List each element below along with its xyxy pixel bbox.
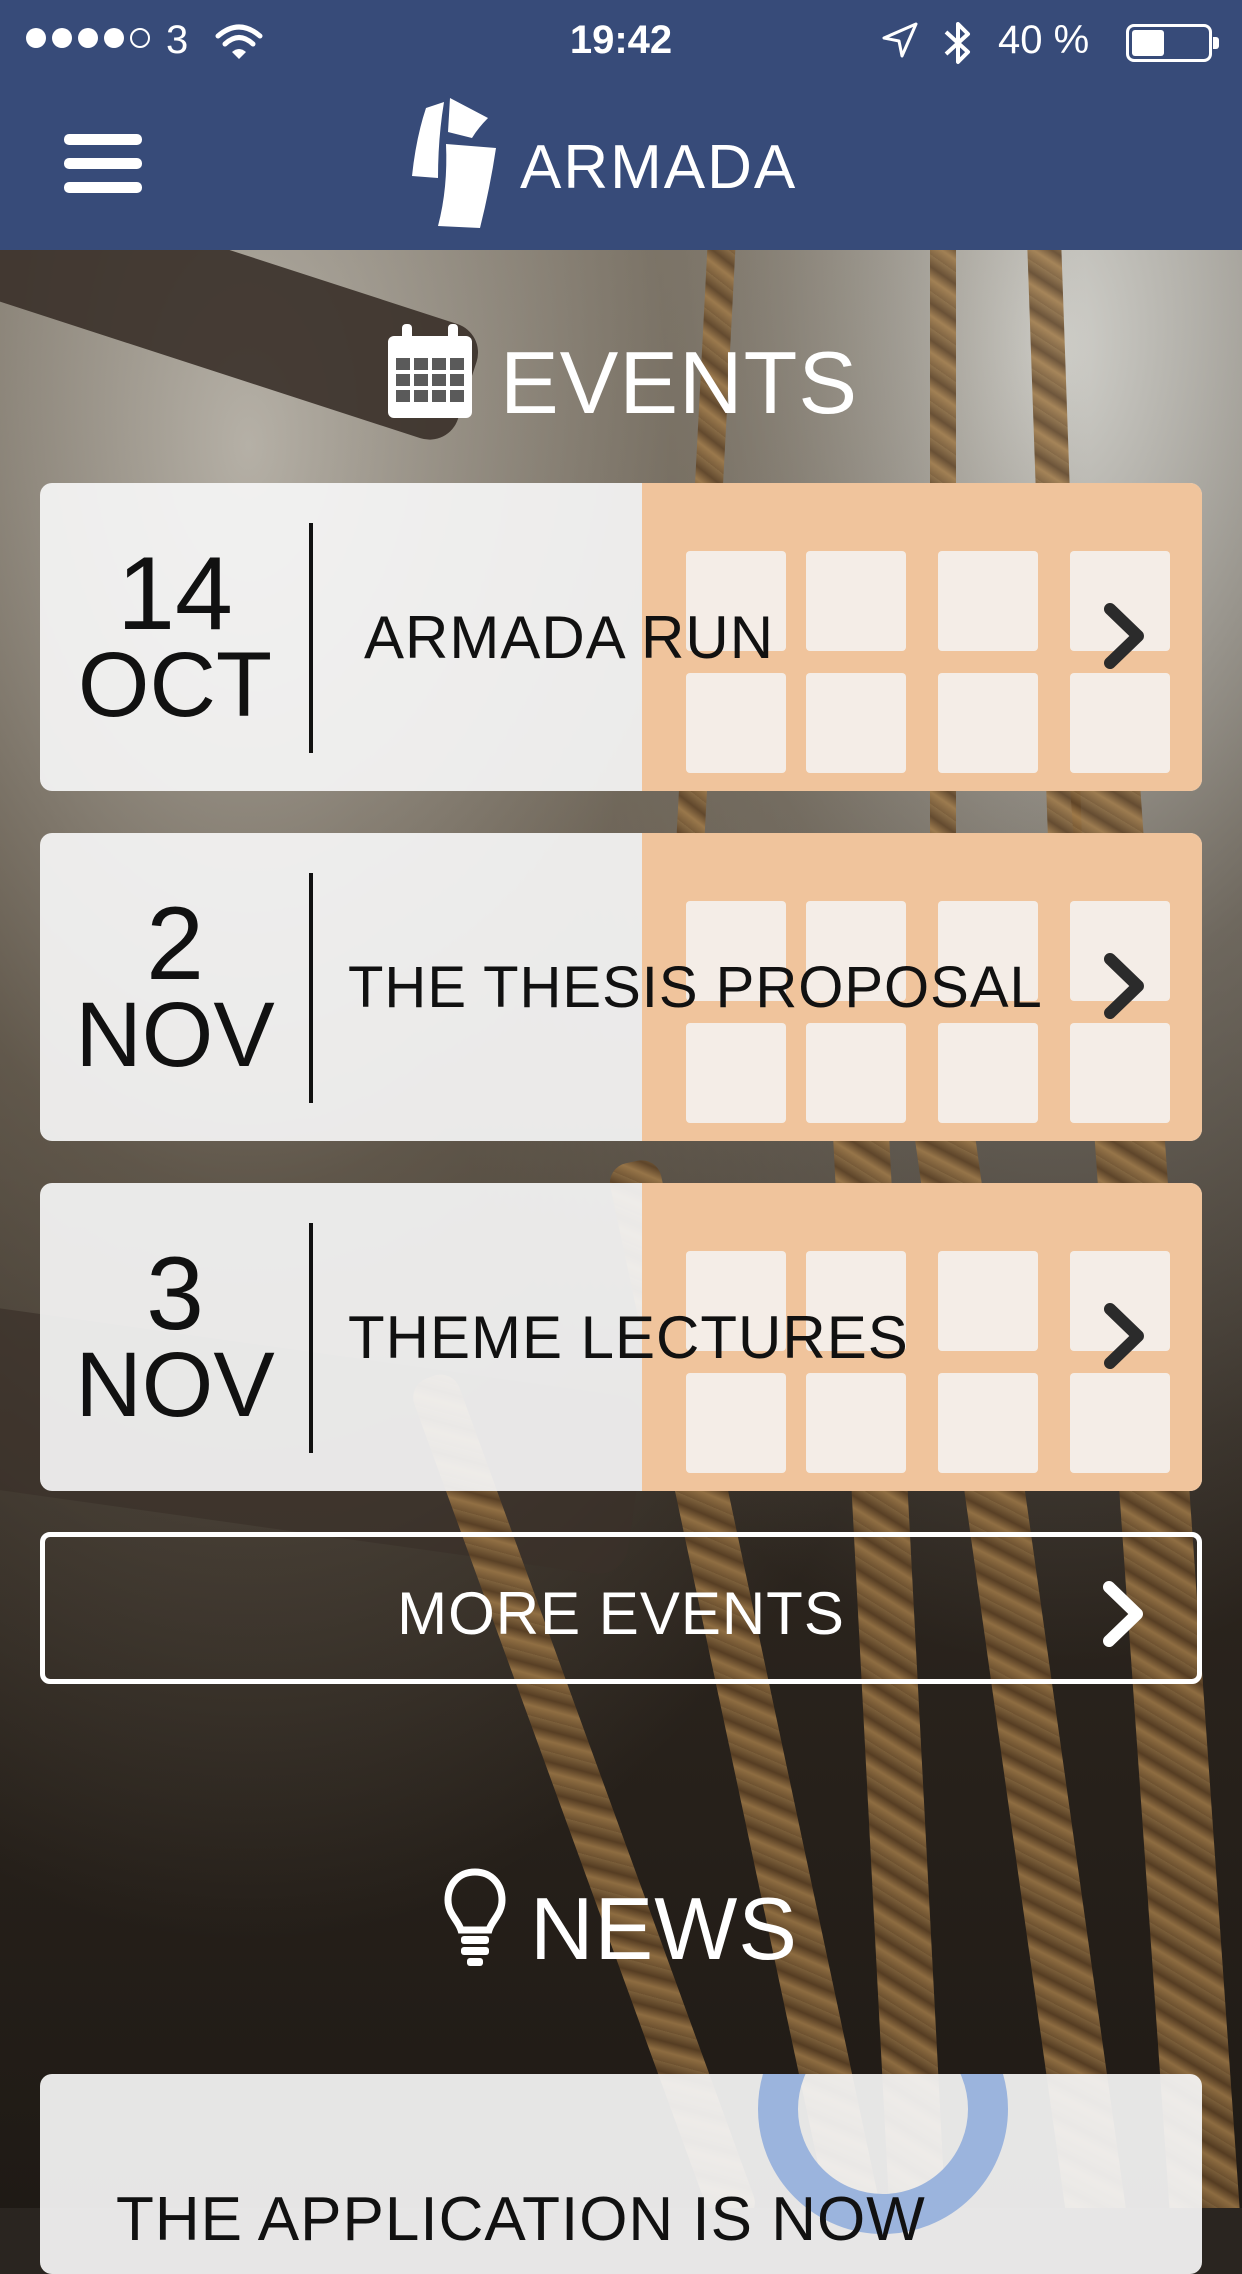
menu-button[interactable]	[64, 134, 142, 198]
events-title: EVENTS	[499, 332, 859, 432]
battery-percent: 40 %	[998, 18, 1090, 62]
news-title: NEWS	[530, 1878, 798, 1978]
event-day: 14	[117, 535, 233, 652]
events-section-title: EVENTS	[0, 322, 1242, 443]
lightbulb-icon	[444, 1868, 506, 1989]
chevron-right-icon	[1101, 1581, 1147, 1652]
event-title: THEME LECTURES	[348, 1303, 909, 1371]
chevron-right-icon	[1102, 953, 1148, 1024]
divider	[309, 1223, 313, 1453]
news-headline: THE APPLICATION IS NOW	[116, 2185, 926, 2254]
news-card-1[interactable]: THE APPLICATION IS NOW	[40, 2074, 1202, 2274]
event-month: OCT	[77, 633, 273, 736]
more-events-label: MORE EVENTS	[397, 1580, 845, 1647]
status-bar: 3 19:42 40 %	[0, 0, 1242, 84]
event-card-3[interactable]: 3 NOV THEME LECTURES	[40, 1183, 1202, 1491]
more-events-button[interactable]: MORE EVENTS	[40, 1532, 1202, 1684]
event-card-1[interactable]: 14 OCT ARMADA RUN	[40, 483, 1202, 791]
calendar-icon	[384, 322, 476, 443]
event-day: 3	[146, 1235, 204, 1352]
event-card-2[interactable]: 2 NOV THE THESIS PROPOSAL	[40, 833, 1202, 1141]
event-date: 2 NOV	[40, 833, 310, 1141]
divider	[309, 523, 313, 753]
hamburger-icon	[64, 134, 142, 145]
event-date: 3 NOV	[40, 1183, 310, 1491]
app-header: 3 19:42 40 % ARMADA	[0, 0, 1242, 250]
event-day: 2	[146, 885, 204, 1002]
bluetooth-icon	[940, 16, 976, 75]
chevron-right-icon	[1102, 603, 1148, 674]
divider	[309, 873, 313, 1103]
event-title: THE THESIS PROPOSAL	[348, 954, 1043, 1020]
armada-logo-icon	[408, 98, 498, 235]
event-date: 14 OCT	[40, 483, 310, 791]
location-arrow-icon	[880, 20, 920, 65]
chevron-right-icon	[1102, 1303, 1148, 1374]
battery-icon	[1126, 24, 1219, 62]
brand-name: ARMADA	[520, 133, 798, 202]
event-title: ARMADA RUN	[364, 603, 775, 671]
news-section-title: NEWS	[0, 1868, 1242, 1989]
event-month: NOV	[75, 983, 275, 1086]
event-month: NOV	[75, 1333, 275, 1436]
